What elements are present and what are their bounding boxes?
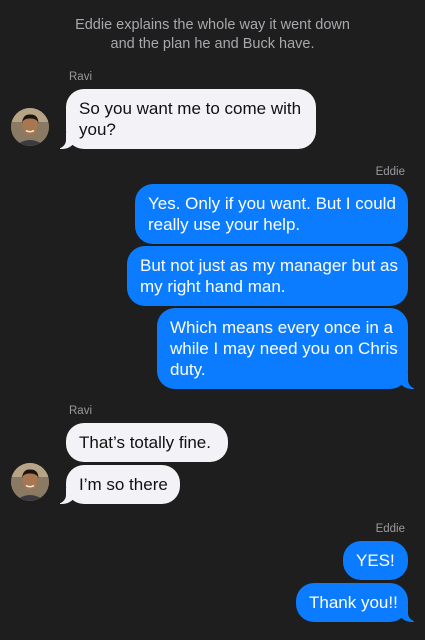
- sender-name-ravi: Ravi: [69, 405, 93, 417]
- message-text: That’s totally fine.: [79, 433, 211, 452]
- person-avatar-icon[interactable]: [11, 108, 49, 146]
- message-text: So you want me to come with: [79, 99, 302, 118]
- message-text: I’m so there: [79, 475, 168, 494]
- message-text: But not just as my manager but as: [140, 256, 398, 275]
- sender-name-ravi: Ravi: [69, 71, 93, 83]
- message-bubble-incoming[interactable]: So you want me to come with you?: [55, 89, 316, 149]
- narration-line: and the plan he and Buck have.: [110, 36, 315, 52]
- message-text: Thank you!!: [309, 593, 398, 612]
- sender-name-eddie: Eddie: [375, 166, 405, 178]
- message-text: my right hand man.: [140, 277, 286, 296]
- message-text: duty.: [170, 360, 206, 379]
- sender-name-eddie: Eddie: [375, 523, 405, 535]
- message-bubble-outgoing[interactable]: YES!: [343, 541, 408, 580]
- message-text: you?: [79, 120, 116, 139]
- message-bubble-incoming[interactable]: I’m so there: [55, 465, 180, 504]
- message-text: really use your help.: [148, 215, 301, 234]
- narration-line: Eddie explains the whole way it went dow…: [75, 17, 350, 33]
- narration: Eddie explains the whole way it went dow…: [0, 16, 425, 54]
- message-text: YES!: [356, 551, 395, 570]
- message-text: Yes. Only if you want. But I could: [148, 194, 396, 213]
- person-avatar-icon[interactable]: [11, 463, 49, 501]
- message-text: while I may need you on Chris: [170, 339, 398, 358]
- message-bubble-outgoing[interactable]: Yes. Only if you want. But I could reall…: [135, 184, 408, 244]
- message-bubble-outgoing[interactable]: Which means every once in a while I may …: [157, 308, 419, 389]
- message-bubble-outgoing[interactable]: Thank you!!: [296, 583, 419, 622]
- message-text: Which means every once in a: [170, 318, 393, 337]
- message-bubble-incoming[interactable]: That’s totally fine.: [66, 423, 228, 462]
- message-bubble-outgoing[interactable]: But not just as my manager but as my rig…: [127, 246, 408, 306]
